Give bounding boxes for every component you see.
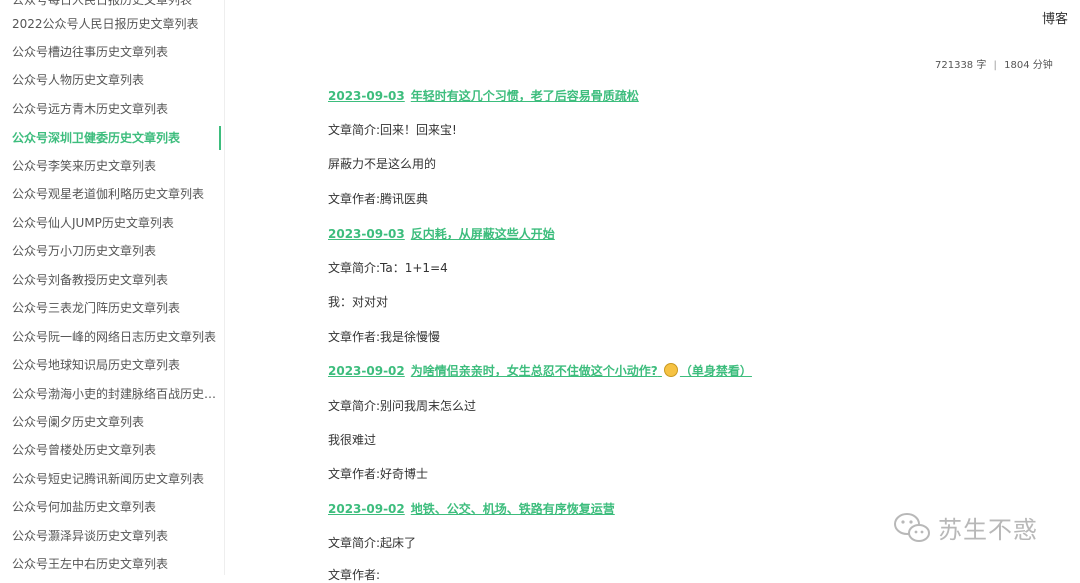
read-time: 1804 分钟 xyxy=(1004,60,1053,71)
sidebar-item[interactable]: 公众号仙人JUMP历史文章列表 xyxy=(0,209,224,237)
wechat-icon xyxy=(894,512,930,542)
article-title: 地铁、公交、机场、铁路有序恢复运营 xyxy=(410,502,615,516)
article-title-link[interactable]: 2023-09-02 地铁、公交、机场、铁路有序恢复运营 xyxy=(328,500,615,517)
article-summary: 文章简介:别问我周末怎么过 xyxy=(328,399,477,413)
article-title-suffix: （单身禁看） xyxy=(679,364,752,378)
sidebar: 公众号每日人民日报历史文章列表 2022公众号人民日报历史文章列表 公众号槽边往… xyxy=(0,0,225,575)
sidebar-item[interactable]: 公众号地球知识局历史文章列表 xyxy=(0,351,224,379)
active-indicator xyxy=(219,126,221,150)
word-count-meta: 721338 字 | 1804 分钟 xyxy=(935,56,1053,71)
article-text: 我：对对对 xyxy=(328,295,389,309)
sidebar-item-cut[interactable]: 公众号每日人民日报历史文章列表 xyxy=(12,0,192,8)
article-summary: 文章简介:起床了 xyxy=(328,536,417,550)
sidebar-item[interactable]: 公众号灏泽异谈历史文章列表 xyxy=(0,522,224,550)
emoji-icon xyxy=(663,363,678,377)
word-count: 721338 字 xyxy=(935,60,987,71)
article-text: 我很难过 xyxy=(328,433,377,447)
article-title: 反内耗，从屏蔽这些人开始 xyxy=(410,227,555,241)
sidebar-item[interactable]: 公众号万小刀历史文章列表 xyxy=(0,237,224,265)
sidebar-item[interactable]: 公众号阑夕历史文章列表 xyxy=(0,408,224,436)
article-date: 2023-09-03 xyxy=(328,89,405,103)
sidebar-item[interactable]: 公众号刘备教授历史文章列表 xyxy=(0,266,224,294)
sidebar-item[interactable]: 2022公众号人民日报历史文章列表 xyxy=(0,10,224,38)
sidebar-item[interactable]: 公众号何加盐历史文章列表 xyxy=(0,493,224,521)
article-date: 2023-09-02 xyxy=(328,364,405,378)
article-title-link[interactable]: 2023-09-03 反内耗，从屏蔽这些人开始 xyxy=(328,225,555,242)
watermark: 苏生不惑 xyxy=(892,510,1038,545)
sidebar-item[interactable]: 公众号短史记腾讯新闻历史文章列表 xyxy=(0,465,224,493)
article-summary: 文章简介:回来！回来宝! xyxy=(328,123,457,137)
article-title-link[interactable]: 2023-09-02 为啥情侣亲亲时，女生总忍不住做这个小动作? （单身禁看） xyxy=(328,362,752,379)
sidebar-item[interactable]: 公众号王左中右历史文章列表 xyxy=(0,550,224,575)
sidebar-item[interactable]: 公众号人物历史文章列表 xyxy=(0,66,224,94)
sidebar-item-active[interactable]: 公众号深圳卫健委历史文章列表 xyxy=(0,124,224,152)
sidebar-item[interactable]: 公众号曾楼处历史文章列表 xyxy=(0,436,224,464)
sidebar-item[interactable]: 公众号槽边往事历史文章列表 xyxy=(0,38,224,66)
sidebar-item[interactable]: 公众号三表龙门阵历史文章列表 xyxy=(0,294,224,322)
watermark-text: 苏生不惑 xyxy=(938,516,1038,544)
blog-link[interactable]: 博客 xyxy=(1042,8,1068,27)
article-summary: 文章简介:Ta：1+1=4 xyxy=(328,261,448,275)
sidebar-item[interactable]: 公众号渤海小吏的封建脉络百战历史文章列表 xyxy=(0,380,224,408)
sidebar-item[interactable]: 公众号李笑来历史文章列表 xyxy=(0,152,224,180)
article-title: 为啥情侣亲亲时，女生总忍不住做这个小动作? xyxy=(410,364,658,378)
article-author: 文章作者:腾讯医典 xyxy=(328,192,429,206)
meta-separator: | xyxy=(993,60,997,71)
article-date: 2023-09-02 xyxy=(328,502,405,516)
article-author: 文章作者:我是徐慢慢 xyxy=(328,330,441,344)
article-date: 2023-09-03 xyxy=(328,227,405,241)
sidebar-item[interactable]: 公众号观星老道伽利略历史文章列表 xyxy=(0,180,224,208)
article-text: 屏蔽力不是这么用的 xyxy=(328,157,437,171)
sidebar-item[interactable]: 公众号阮一峰的网络日志历史文章列表 xyxy=(0,323,224,351)
article-title: 年轻时有这几个习惯，老了后容易骨质疏松 xyxy=(410,89,639,103)
sidebar-item[interactable]: 公众号远方青木历史文章列表 xyxy=(0,95,224,123)
article-title-link[interactable]: 2023-09-03 年轻时有这几个习惯，老了后容易骨质疏松 xyxy=(328,87,639,104)
article-author: 文章作者:好奇博士 xyxy=(328,467,429,481)
